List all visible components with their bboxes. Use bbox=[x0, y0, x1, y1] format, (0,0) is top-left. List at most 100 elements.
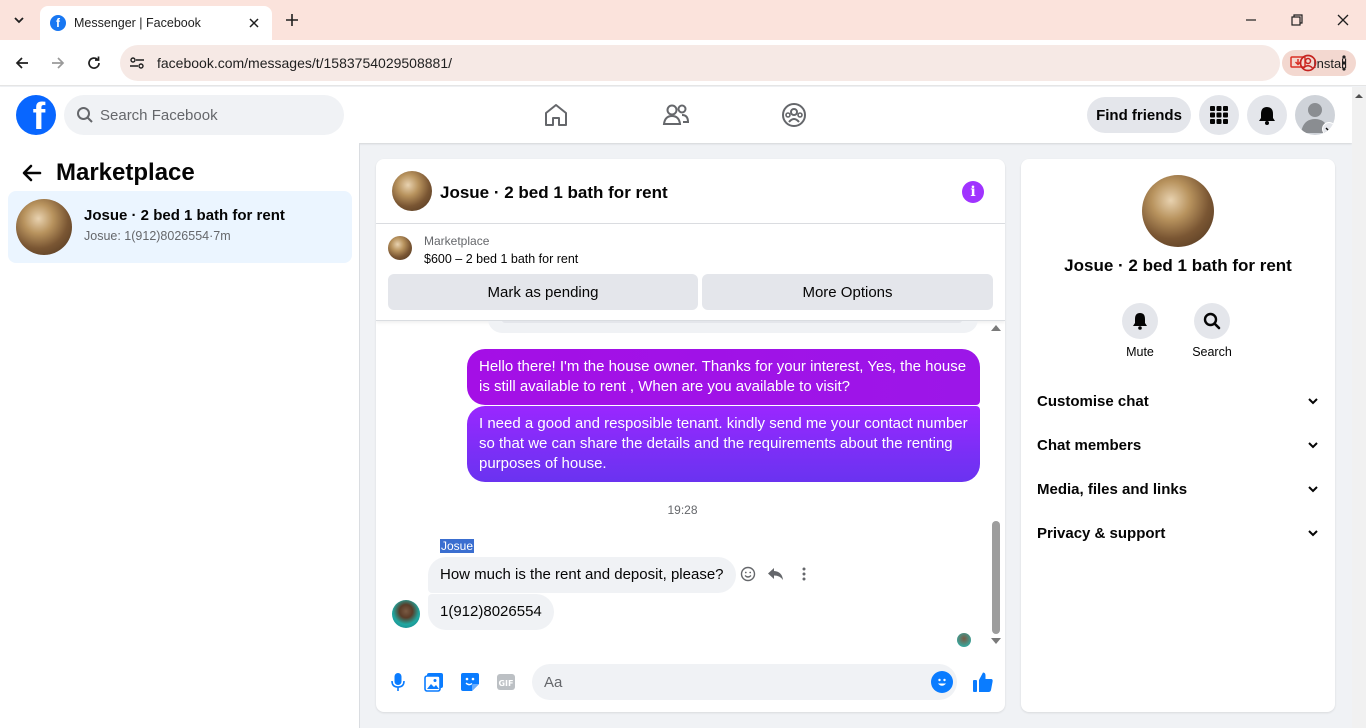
chat-members-section[interactable]: Chat members bbox=[1037, 423, 1319, 467]
message-list: Hello there! I'm the house owner. Thanks… bbox=[376, 321, 1005, 656]
browser-profile-button[interactable] bbox=[1296, 51, 1320, 75]
nav-friends[interactable] bbox=[660, 99, 692, 131]
restore-icon bbox=[1291, 14, 1303, 26]
home-icon bbox=[545, 104, 567, 126]
close-window-button[interactable] bbox=[1331, 8, 1355, 32]
arrow-left-icon bbox=[15, 57, 28, 69]
media-files-links-section[interactable]: Media, files and links bbox=[1037, 467, 1319, 511]
incoming-message[interactable]: How much is the rent and deposit, please… bbox=[428, 557, 736, 593]
page-scrollbar[interactable] bbox=[1352, 87, 1366, 728]
plus-icon bbox=[286, 14, 298, 26]
voice-clip-button[interactable] bbox=[386, 670, 410, 694]
section-label: Chat members bbox=[1037, 436, 1142, 454]
attach-media-button[interactable] bbox=[422, 670, 446, 694]
chevron-down-icon bbox=[1322, 122, 1335, 135]
chat-header: Josue · 2 bed 1 bath for rent i bbox=[376, 159, 1005, 224]
sticker-button[interactable] bbox=[458, 670, 482, 694]
thumbs-up-icon bbox=[973, 672, 993, 692]
mute-action[interactable]: Mute bbox=[1112, 303, 1168, 359]
message-composer: GIF bbox=[376, 656, 1005, 712]
address-bar[interactable]: facebook.com/messages/t/1583754029508881… bbox=[120, 45, 1356, 81]
nav-home[interactable] bbox=[540, 99, 572, 131]
details-listing-thumbnail[interactable] bbox=[1142, 175, 1214, 247]
restore-button[interactable] bbox=[1285, 8, 1309, 32]
more-vertical-icon[interactable] bbox=[794, 564, 814, 584]
search-icon bbox=[77, 107, 93, 123]
incoming-message[interactable]: 1(912)8026554 bbox=[428, 594, 554, 630]
search-input[interactable] bbox=[100, 95, 330, 135]
microphone-icon bbox=[391, 673, 405, 691]
conversation-preview: Josue: 1(912)8026554·7m bbox=[84, 229, 231, 243]
listing-banner: Marketplace $600 – 2 bed 1 bath for rent… bbox=[376, 224, 1005, 321]
gif-icon: GIF bbox=[497, 674, 515, 690]
menu-button[interactable] bbox=[1199, 95, 1239, 135]
new-tab-button[interactable] bbox=[282, 10, 302, 30]
chevron-down-icon bbox=[1308, 530, 1318, 537]
facebook-logo-icon[interactable]: f bbox=[16, 95, 56, 135]
sender-avatar[interactable] bbox=[392, 600, 420, 628]
message-actions bbox=[738, 564, 814, 584]
previous-message-partial bbox=[488, 321, 978, 333]
chevron-down-icon bbox=[1308, 486, 1318, 493]
account-avatar[interactable] bbox=[1295, 95, 1335, 135]
reload-icon bbox=[88, 56, 100, 69]
marketplace-sidebar: Marketplace Josue · 2 bed 1 bath for ren… bbox=[0, 143, 360, 728]
close-icon bbox=[1337, 14, 1349, 26]
chevron-down-icon bbox=[1308, 398, 1318, 405]
privacy-support-section[interactable]: Privacy & support bbox=[1037, 511, 1319, 555]
customise-chat-section[interactable]: Customise chat bbox=[1037, 379, 1319, 423]
back-button[interactable] bbox=[10, 51, 34, 75]
chat-title[interactable]: Josue · 2 bed 1 bath for rent bbox=[440, 183, 668, 203]
sender-name: Josue bbox=[440, 539, 475, 553]
facebook-favicon-icon: f bbox=[50, 15, 66, 31]
section-label: Privacy & support bbox=[1037, 524, 1166, 542]
conversation-details-panel: Josue · 2 bed 1 bath for rent Mute Searc… bbox=[1021, 159, 1335, 712]
sidebar-header: Marketplace bbox=[16, 157, 195, 189]
sticker-icon bbox=[461, 673, 479, 691]
section-label: Media, files and links bbox=[1037, 480, 1188, 498]
grid-menu-icon bbox=[1210, 106, 1228, 124]
message-input[interactable] bbox=[544, 664, 914, 700]
send-like-button[interactable] bbox=[971, 670, 995, 694]
forward-button[interactable] bbox=[46, 51, 70, 75]
browser-tab[interactable]: f Messenger | Facebook bbox=[40, 6, 272, 40]
conversation-item[interactable]: Josue · 2 bed 1 bath for rent Josue: 1(9… bbox=[8, 191, 352, 263]
find-friends-button[interactable]: Find friends bbox=[1087, 97, 1191, 133]
svg-text:GIF: GIF bbox=[498, 679, 513, 688]
more-vertical-icon bbox=[1342, 55, 1346, 71]
nav-groups[interactable] bbox=[778, 99, 810, 131]
gif-button[interactable]: GIF bbox=[494, 670, 518, 694]
facebook-search[interactable] bbox=[64, 95, 344, 135]
site-settings-icon[interactable] bbox=[128, 54, 146, 72]
listing-price-title[interactable]: $600 – 2 bed 1 bath for rent bbox=[424, 252, 578, 266]
details-title: Josue · 2 bed 1 bath for rent bbox=[1064, 256, 1292, 275]
emoji-picker-icon[interactable] bbox=[931, 671, 953, 693]
url-text: facebook.com/messages/t/1583754029508881… bbox=[157, 55, 452, 71]
scroll-down-arrow-icon[interactable] bbox=[991, 638, 1001, 644]
back-button[interactable] bbox=[16, 157, 48, 189]
search-icon bbox=[1194, 303, 1230, 339]
notifications-button[interactable] bbox=[1247, 95, 1287, 135]
scroll-up-arrow-icon[interactable] bbox=[991, 325, 1001, 331]
mark-as-pending-button[interactable]: Mark as pending bbox=[388, 274, 698, 310]
search-action[interactable]: Search bbox=[1184, 303, 1240, 359]
sidebar-title: Marketplace bbox=[56, 159, 195, 186]
more-options-button[interactable]: More Options bbox=[702, 274, 993, 310]
browser-menu-button[interactable] bbox=[1332, 51, 1356, 75]
outgoing-message[interactable]: I need a good and resposible tenant. kin… bbox=[467, 406, 980, 482]
chat-listing-thumbnail[interactable] bbox=[392, 171, 432, 211]
message-scrollbar[interactable] bbox=[990, 321, 1002, 656]
scrollbar-thumb[interactable] bbox=[992, 521, 1000, 634]
facebook-header: f Find friends bbox=[0, 87, 1352, 143]
react-emoji-icon[interactable] bbox=[738, 564, 758, 584]
tab-search-button[interactable] bbox=[6, 8, 32, 32]
info-icon[interactable]: i bbox=[962, 181, 984, 203]
reply-icon[interactable] bbox=[766, 564, 786, 584]
outgoing-message[interactable]: Hello there! I'm the house owner. Thanks… bbox=[467, 349, 980, 405]
listing-source: Marketplace bbox=[424, 234, 490, 248]
reload-button[interactable] bbox=[82, 51, 106, 75]
gallery-icon bbox=[424, 673, 443, 692]
bell-icon bbox=[1259, 107, 1275, 125]
close-tab-button[interactable] bbox=[246, 15, 262, 31]
minimize-button[interactable] bbox=[1239, 8, 1263, 32]
